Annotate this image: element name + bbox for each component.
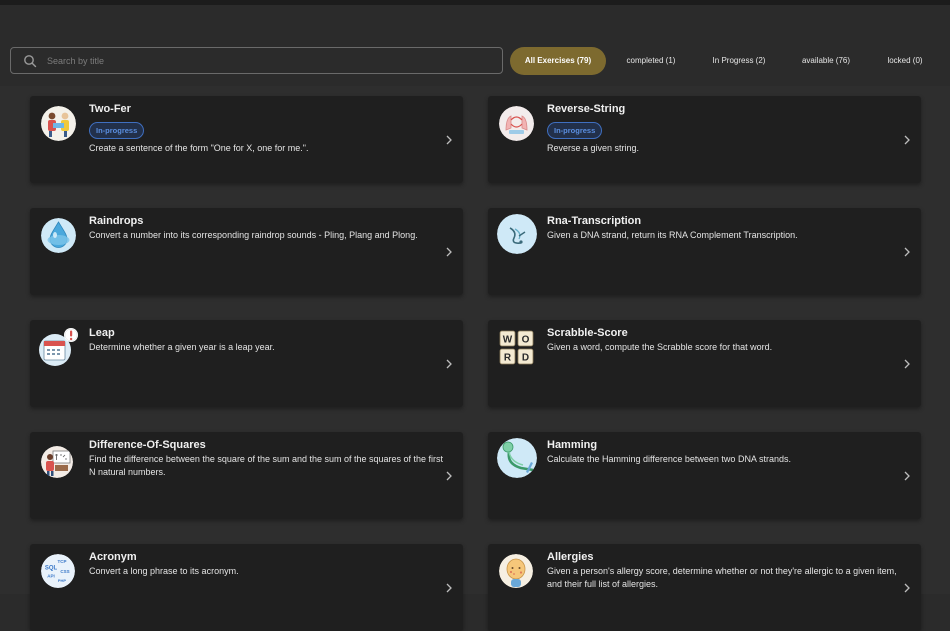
raindrop-icon: [41, 218, 76, 253]
exercise-description: Given a person's allergy score, determin…: [547, 566, 897, 589]
calendar-icon: [39, 328, 78, 366]
two-fer-icon: [41, 106, 76, 141]
acronym-word: TCP: [58, 559, 67, 564]
exercise-description: Create a sentence of the form "One for X…: [89, 143, 309, 153]
acronym-word: CSS: [60, 569, 69, 574]
tile-letter: W: [503, 335, 513, 346]
exercise-description: Calculate the Hamming difference between…: [547, 454, 791, 464]
filter-completed[interactable]: completed (1): [614, 47, 688, 75]
hamming-icon: [497, 438, 537, 478]
tile-letter: R: [504, 353, 512, 364]
exercise-title: Acronym: [89, 551, 137, 563]
chevron-right-icon: [904, 135, 910, 145]
math-board-icon: [41, 446, 73, 478]
filter-available[interactable]: available (76): [790, 47, 862, 75]
chevron-right-icon: [446, 135, 452, 145]
chevron-right-icon: [446, 471, 452, 481]
exercise-description: Convert a long phrase to its acronym.: [89, 566, 239, 576]
chevron-right-icon: [446, 247, 452, 257]
allergies-icon: [499, 554, 533, 588]
exercise-title: Leap: [89, 327, 115, 339]
exercise-title: Allergies: [547, 551, 594, 563]
reverse-string-icon: [499, 106, 534, 141]
exercise-description: Reverse a given string.: [547, 143, 640, 153]
chevron-right-icon: [446, 359, 452, 369]
exercise-title: Two-Fer: [89, 103, 131, 115]
exercise-card-raindrops[interactable]: Raindrops Convert a number into its corr…: [30, 208, 463, 295]
tile-letter: D: [522, 353, 529, 364]
status-badge: In-progress: [547, 122, 603, 139]
chevron-right-icon: [904, 359, 910, 369]
exercise-card-scrabble-score[interactable]: W O R D Scrabble-Score Given a word, com…: [488, 320, 921, 407]
exercise-card-hamming[interactable]: Hamming Calculate the Hamming difference…: [488, 432, 921, 519]
exercise-card-allergies[interactable]: Allergies Given a person's allergy score…: [488, 544, 921, 631]
exercise-description: Given a DNA strand, return its RNA Compl…: [547, 230, 798, 240]
filter-in-progress[interactable]: In Progress (2): [700, 47, 778, 75]
exercise-card-difference-of-squares[interactable]: Difference-Of-Squares Find the differenc…: [30, 432, 463, 519]
exercise-description: Find the difference between the square o…: [89, 454, 444, 477]
status-badge: In-progress: [89, 122, 145, 139]
acronym-word: PHP: [58, 578, 67, 583]
exercise-list: Two-Fer In-progress Create a sentence of…: [0, 86, 950, 631]
acronym-icon: TCP SQL CSS API PHP: [41, 554, 75, 588]
chevron-right-icon: [904, 247, 910, 257]
exercise-description: Given a word, compute the Scrabble score…: [547, 342, 773, 352]
exercise-title: Hamming: [547, 439, 598, 451]
exercise-card-acronym[interactable]: TCP SQL CSS API PHP Acronym Convert a lo…: [30, 544, 463, 631]
search-box[interactable]: [10, 47, 503, 74]
exercise-card-rna-transcription[interactable]: Rna-Transcription Given a DNA strand, re…: [488, 208, 921, 295]
search-icon: [23, 54, 37, 68]
exercise-title: Rna-Transcription: [547, 215, 642, 227]
rna-icon: [497, 214, 537, 254]
chevron-right-icon: [904, 471, 910, 481]
acronym-word: API: [47, 574, 55, 579]
filter-locked[interactable]: locked (0): [874, 47, 936, 75]
chevron-right-icon: [446, 583, 452, 593]
exercise-card-two-fer[interactable]: Two-Fer In-progress Create a sentence of…: [30, 96, 463, 183]
exercise-title: Raindrops: [89, 215, 144, 227]
search-input[interactable]: [45, 54, 502, 67]
exercise-card-reverse-string[interactable]: Reverse-String In-progress Reverse a giv…: [488, 96, 921, 183]
scrabble-tiles-icon: W O R D: [499, 330, 534, 365]
exercise-title: Scrabble-Score: [547, 327, 628, 339]
exercise-card-leap[interactable]: Leap Determine whether a given year is a…: [30, 320, 463, 407]
chevron-right-icon: [904, 583, 910, 593]
exercise-title: Reverse-String: [547, 103, 626, 115]
filter-all-exercises[interactable]: All Exercises (79): [510, 47, 606, 75]
exercise-title: Difference-Of-Squares: [89, 439, 206, 451]
acronym-word: SQL: [45, 566, 58, 572]
exercise-description: Determine whether a given year is a leap…: [89, 342, 275, 352]
tile-letter: O: [522, 335, 530, 346]
exercise-description: Convert a number into its corresponding …: [89, 230, 418, 240]
